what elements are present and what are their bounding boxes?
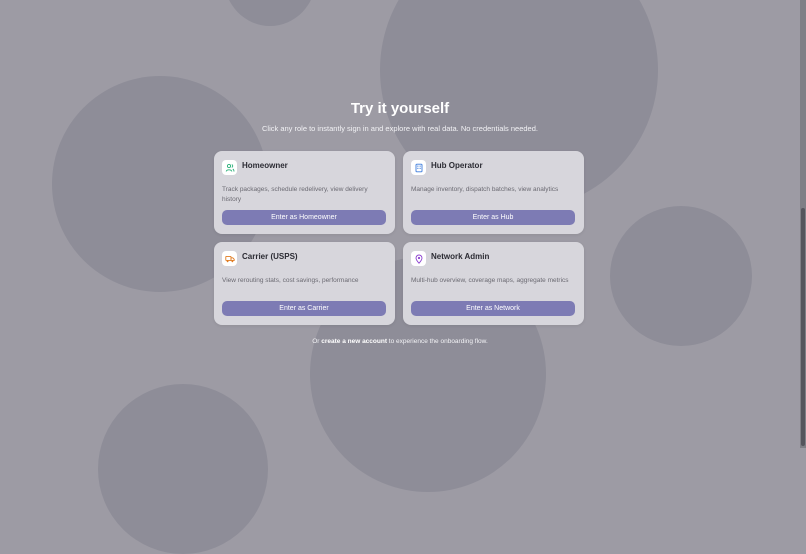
role-title: Network Admin bbox=[431, 252, 490, 261]
role-description: View rerouting stats, cost savings, perf… bbox=[222, 277, 359, 284]
building-icon bbox=[411, 160, 426, 175]
footer-prefix: Or bbox=[312, 338, 320, 345]
page-subtitle: Click any role to instantly sign in and … bbox=[262, 124, 538, 133]
role-card-carrier: Carrier (USPS) View rerouting stats, cos… bbox=[214, 242, 395, 325]
footer-text: Or create a new account to experience th… bbox=[0, 338, 800, 345]
role-title: Homeowner bbox=[242, 161, 288, 170]
scrollbar[interactable] bbox=[800, 0, 806, 448]
page-title: Try it yourself bbox=[350, 100, 450, 117]
background-circle bbox=[98, 384, 268, 554]
footer-suffix: to experience the onboarding flow. bbox=[388, 338, 488, 345]
role-card-hub-operator: Hub Operator Manage inventory, dispatch … bbox=[403, 151, 584, 234]
background-circle bbox=[610, 206, 752, 346]
role-description: Manage inventory, dispatch batches, view… bbox=[411, 186, 559, 193]
truck-icon bbox=[222, 251, 237, 266]
users-icon bbox=[222, 160, 237, 175]
role-title: Carrier (USPS) bbox=[242, 252, 298, 261]
enter-as-network-button[interactable]: Enter as Network bbox=[411, 301, 575, 316]
enter-as-homeowner-button[interactable]: Enter as Homeowner bbox=[222, 210, 386, 225]
scrollbar-thumb[interactable] bbox=[801, 208, 805, 446]
role-card-network-admin: Network Admin Multi-hub overview, covera… bbox=[403, 242, 584, 325]
create-account-link[interactable]: create a new account bbox=[321, 338, 387, 345]
role-card-homeowner: Homeowner Track packages, schedule redel… bbox=[214, 151, 395, 234]
role-title: Hub Operator bbox=[431, 161, 483, 170]
map-pin-icon bbox=[411, 251, 426, 266]
enter-as-carrier-button[interactable]: Enter as Carrier bbox=[222, 301, 386, 316]
enter-as-hub-button[interactable]: Enter as Hub bbox=[411, 210, 575, 225]
background-circle bbox=[224, 0, 316, 26]
role-description: Multi-hub overview, coverage maps, aggre… bbox=[411, 277, 569, 284]
role-description: Track packages, schedule redelivery, vie… bbox=[222, 186, 368, 203]
